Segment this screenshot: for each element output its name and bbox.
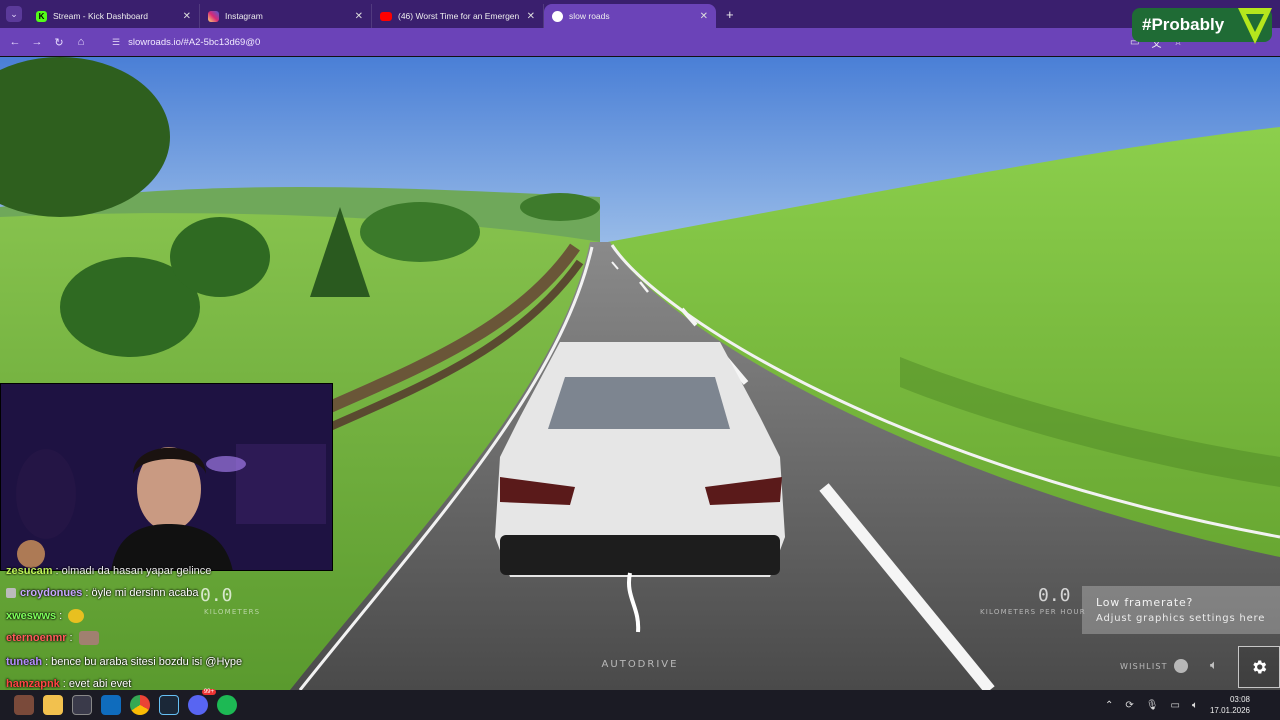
steam-app-icon[interactable] xyxy=(159,695,179,715)
chat-username: tuneah xyxy=(6,656,43,668)
chat-message: zesucam : olmadı da hasan yapar gelince xyxy=(6,563,211,579)
browser-toolbar: ← → ↻ ⌂ ☰ slowroads.io/#A2-5bc13d69@0 ▭ … xyxy=(0,28,1280,56)
tab-close-icon[interactable]: ✕ xyxy=(700,11,708,22)
discord-badge: 99+ xyxy=(201,689,216,695)
volume-icon[interactable]: 🔈︎ xyxy=(1210,657,1218,673)
kick-icon: K xyxy=(36,10,47,22)
chat-text: : olmadı da hasan yapar gelince xyxy=(55,565,212,577)
system-tray: ⌃ ⟳ 🎙︎ ▭ 🔈︎ 03:08 17.01.2026 xyxy=(1105,690,1280,720)
volume-tray-icon[interactable]: 🔈︎ xyxy=(1192,700,1198,711)
toast-body: Adjust graphics settings here xyxy=(1096,613,1266,624)
display-icon[interactable]: ▭ xyxy=(1171,700,1180,711)
chat-message: eternoenmr : xyxy=(6,630,99,646)
tab-close-icon[interactable]: ✕ xyxy=(527,11,535,22)
webcam-overlay xyxy=(0,383,333,571)
discord-icon[interactable]: 99+ xyxy=(188,689,216,715)
clock-date: 17.01.2026 xyxy=(1209,706,1250,715)
tab-close-icon[interactable]: ✕ xyxy=(183,11,191,22)
back-icon[interactable]: ← xyxy=(4,36,26,48)
outlook-icon[interactable] xyxy=(101,695,121,715)
chat-message: croydonues : öyle mi dersinn acaba xyxy=(6,585,198,601)
new-tab-button[interactable]: + xyxy=(726,7,734,22)
chat-username: eternoenmr xyxy=(6,632,67,644)
site-info-icon[interactable]: ☰ xyxy=(112,37,120,48)
tab-kick-dashboard[interactable]: K Stream - Kick Dashboard ✕ xyxy=(28,4,200,28)
tab-title: Instagram xyxy=(225,11,263,21)
wishlist-label: WISHLIST xyxy=(1120,661,1168,671)
chat-text: : evet abi evet xyxy=(62,678,132,690)
webcam-feed xyxy=(1,384,332,570)
sync-icon[interactable]: ⟳ xyxy=(1125,700,1133,711)
spotify-icon[interactable] xyxy=(217,695,237,715)
browser-tabbar: ⌄ K Stream - Kick Dashboard ✕ Instagram … xyxy=(0,0,1280,28)
tab-slow-roads[interactable]: slow roads ✕ xyxy=(544,4,716,28)
chat-text: : xyxy=(59,610,63,622)
microphone-icon[interactable]: 🎙︎ xyxy=(1146,700,1159,711)
reload-icon[interactable]: ↻ xyxy=(48,36,70,49)
chat-username: hamzapnk xyxy=(6,678,60,690)
instagram-icon xyxy=(208,10,219,22)
address-bar[interactable]: ☰ slowroads.io/#A2-5bc13d69@0 xyxy=(100,31,1110,53)
speed-readout: 0.0 xyxy=(1038,585,1071,606)
store-icon[interactable] xyxy=(72,695,92,715)
low-framerate-toast[interactable]: Low framerate? Adjust graphics settings … xyxy=(1082,586,1280,634)
tab-title: (46) Worst Time for an Emergen xyxy=(398,11,520,21)
chevron-up-icon[interactable]: ⌃ xyxy=(1105,700,1113,711)
tab-youtube[interactable]: (46) Worst Time for an Emergen ✕ xyxy=(372,4,544,28)
chat-text: : xyxy=(69,632,73,644)
forward-icon[interactable]: → xyxy=(26,36,48,48)
tab-title: Stream - Kick Dashboard xyxy=(53,11,148,21)
youtube-icon xyxy=(380,11,392,21)
tab-instagram[interactable]: Instagram ✕ xyxy=(200,4,372,28)
tab-search-icon[interactable]: ⌄ xyxy=(6,6,22,22)
slow-roads-icon xyxy=(552,10,563,22)
chat-emote-icon xyxy=(78,631,99,645)
chat-emote-icon xyxy=(68,609,85,623)
gear-icon xyxy=(1253,660,1267,674)
chat-text: : bence bu araba sitesi bozdu isi @Hype xyxy=(45,656,243,668)
clock-time: 03:08 xyxy=(1229,695,1250,704)
speed-unit-label: KILOMETERS PER HOUR xyxy=(980,608,1086,616)
wishlist-button[interactable]: WISHLIST xyxy=(1120,659,1188,673)
screen: ⌄ K Stream - Kick Dashboard ✕ Instagram … xyxy=(0,0,1280,720)
chat-badge-icon xyxy=(6,588,16,598)
chat-overlay: zesucam : olmadı da hasan yapar gelince … xyxy=(0,563,300,690)
brand-text: #Probably xyxy=(1142,15,1225,34)
chat-message: xweswws : xyxy=(6,608,85,624)
search-app-icon[interactable] xyxy=(14,695,34,715)
chat-username: xweswws xyxy=(6,610,57,622)
brand-chevron-icon xyxy=(1238,8,1272,44)
tab-title: slow roads xyxy=(569,11,610,21)
settings-button[interactable] xyxy=(1238,646,1280,688)
home-icon[interactable]: ⌂ xyxy=(70,36,92,48)
chat-username: croydonues xyxy=(20,587,83,599)
taskbar: 99+ ⌃ ⟳ 🎙︎ ▭ 🔈︎ 03:08 17.01.2026 xyxy=(0,689,1280,720)
chat-message: tuneah : bence bu araba sitesi bozdu isi… xyxy=(6,654,242,670)
steam-icon xyxy=(1173,659,1188,673)
stream-brand-badge: #Probably xyxy=(1132,8,1272,44)
clock[interactable]: 03:08 17.01.2026 xyxy=(1210,694,1250,716)
chat-text: : öyle mi dersinn acaba xyxy=(85,587,199,599)
url-text: slowroads.io/#A2-5bc13d69@0 xyxy=(128,36,261,48)
file-explorer-icon[interactable] xyxy=(43,695,63,715)
chat-username: zesucam xyxy=(6,565,53,577)
chrome-icon[interactable] xyxy=(130,695,150,715)
toast-title: Low framerate? xyxy=(1096,596,1194,609)
tab-close-icon[interactable]: ✕ xyxy=(355,11,363,22)
